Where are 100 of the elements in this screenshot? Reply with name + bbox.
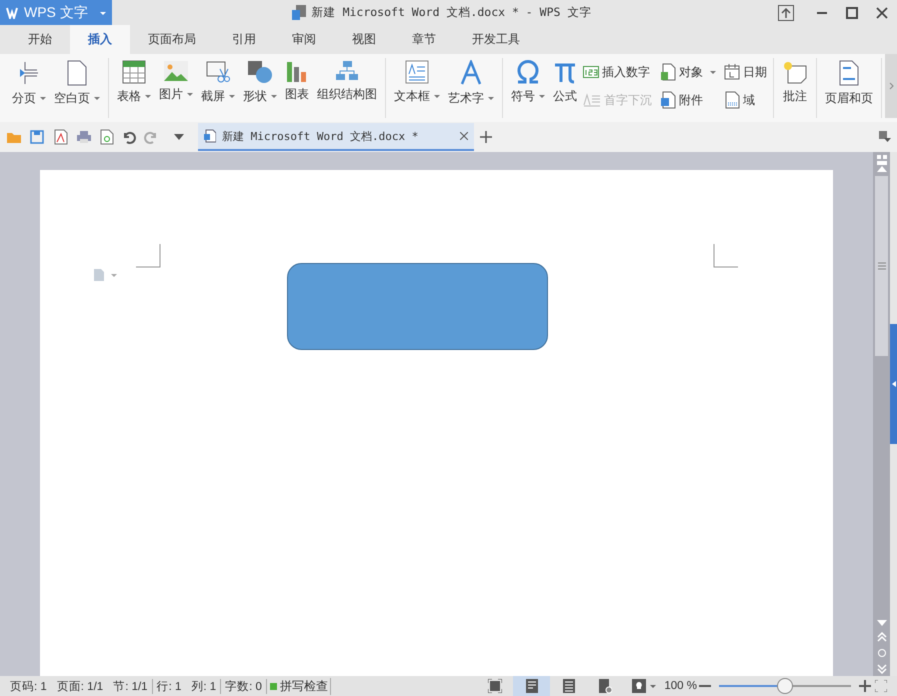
ribbon-button[interactable]: 批注 — [778, 58, 812, 107]
ribbon-button[interactable]: 符号 — [507, 58, 549, 107]
object-icon — [660, 63, 676, 81]
redo-icon — [144, 130, 158, 144]
status-square-icon — [270, 682, 277, 690]
plus-icon — [859, 680, 871, 692]
scroll-up-icon — [876, 166, 886, 172]
ribbon-tab[interactable]: 章节 — [394, 25, 454, 54]
vertical-scrollbar[interactable] — [873, 152, 890, 676]
zoom-in-button[interactable] — [857, 680, 873, 692]
status-field: 行: 1 — [156, 678, 182, 694]
ribbon-tab[interactable]: 引用 — [214, 25, 274, 54]
spell-check-label[interactable]: 拼写检查 — [280, 678, 328, 694]
dropdown-arrow-icon — [174, 134, 184, 140]
full-screen-icon — [488, 679, 502, 693]
ribbon-button[interactable]: 文本框 — [390, 58, 444, 107]
status-field: 节: 1/1 — [113, 678, 148, 694]
new-tab-button[interactable] — [478, 131, 494, 143]
preview-icon — [100, 129, 114, 145]
tab-close-icon — [460, 132, 468, 140]
margin-corner-mark — [136, 244, 161, 268]
plus-icon — [480, 131, 492, 143]
fit-window-button[interactable] — [873, 680, 889, 692]
bar-chart-icon — [286, 60, 308, 82]
outline-view-icon — [562, 679, 575, 693]
status-field: 列: 1 — [191, 678, 216, 694]
close-icon — [876, 6, 888, 18]
maximize-icon — [846, 6, 858, 18]
protect-mode-button[interactable] — [630, 679, 658, 693]
ribbon-button[interactable]: 组织结构图 — [313, 58, 381, 105]
window-title: 新建 Microsoft Word 文档.docx * - WPS 文字 — [312, 5, 592, 20]
picture-icon — [163, 60, 189, 82]
ribbon-button[interactable]: 页眉和页 — [821, 58, 877, 109]
drop-cap-icon — [583, 93, 601, 107]
comment-icon — [782, 60, 808, 84]
undo-icon — [122, 130, 136, 144]
ribbon-small-button[interactable]: 附件 — [658, 86, 718, 114]
scrollbar-thumb[interactable] — [875, 176, 888, 356]
ribbon-button[interactable]: 表格 — [113, 58, 155, 107]
customize-button[interactable] — [172, 134, 186, 140]
calendar-icon — [724, 64, 740, 80]
ribbon-button[interactable]: 截屏 — [197, 58, 239, 107]
ribbon-small-button[interactable]: 插入数字 — [581, 58, 654, 86]
shapes-icon — [247, 60, 273, 84]
minimize-icon — [816, 12, 828, 14]
table-icon — [122, 60, 146, 84]
zoom-slider-thumb[interactable] — [777, 678, 793, 694]
screenshot-icon — [206, 60, 230, 84]
ribbon-tab[interactable]: 审阅 — [274, 25, 334, 54]
zoom-percentage: 100 % — [664, 680, 697, 692]
wps-logo-icon — [6, 6, 18, 18]
attachment-icon — [660, 91, 676, 109]
ribbon-small-button[interactable]: 对象 — [658, 58, 718, 86]
print-button[interactable] — [74, 130, 94, 144]
chevron-right-icon — [888, 82, 894, 90]
header-page-icon — [838, 60, 860, 86]
ribbon-button[interactable]: 图片 — [155, 58, 197, 105]
blank-page-icon — [66, 60, 88, 86]
collapse-arrow-icon — [892, 381, 896, 387]
ribbon-small-button[interactable]: 域 — [722, 86, 769, 114]
ribbon-button[interactable]: 形状 — [239, 58, 281, 107]
upload-icon — [778, 4, 794, 20]
print-preview-button[interactable] — [98, 129, 116, 145]
document-icon — [292, 4, 306, 20]
app-menu-button[interactable]: WPS 文字 — [0, 0, 112, 25]
status-field: 页面: 1/1 — [56, 678, 104, 694]
document-tab[interactable]: 新建 Microsoft Word 文档.docx * — [198, 123, 474, 151]
letter-a-icon — [460, 60, 482, 86]
ribbon-button[interactable]: 空白页 — [50, 58, 104, 109]
pdf-icon — [52, 129, 68, 145]
ribbon-button[interactable]: 艺术字 — [444, 58, 498, 109]
printer-icon — [76, 130, 92, 144]
folder-icon — [6, 130, 22, 144]
status-field: 页码: 1 — [10, 678, 47, 694]
next-page-icon — [876, 664, 886, 674]
page-view-icon — [526, 679, 538, 693]
ribbon-tab[interactable]: 开发工具 — [454, 25, 538, 54]
previous-page-icon — [876, 632, 886, 642]
ribbon-toggle-button[interactable] — [877, 131, 893, 143]
page-break-icon — [17, 60, 41, 86]
panel-toggle-icon — [879, 131, 891, 143]
ribbon-button[interactable]: 分页 — [8, 58, 50, 109]
field-icon — [724, 91, 740, 109]
ribbon-tab[interactable]: 视图 — [334, 25, 394, 54]
browse-object-icon — [876, 648, 886, 658]
ribbon-tab[interactable]: 页面布局 — [130, 25, 214, 54]
save-button[interactable] — [28, 130, 46, 144]
ribbon-button[interactable]: 图表 — [281, 58, 313, 105]
ribbon-tab[interactable]: 开始 — [10, 25, 70, 54]
scroll-down-icon — [876, 620, 886, 626]
ribbon-small-button[interactable]: 日期 — [722, 58, 769, 86]
grip-icon — [878, 262, 886, 270]
expand-icon — [875, 680, 887, 692]
view-mode-button[interactable] — [513, 676, 550, 696]
text-box-icon — [405, 60, 429, 84]
paragraph-icon — [93, 268, 119, 282]
number-icon — [583, 66, 599, 78]
ribbon-tab[interactable]: 插入 — [70, 25, 130, 54]
status-field: 字数: 0 — [225, 678, 262, 694]
ribbon-button[interactable]: 公式 — [549, 58, 581, 107]
